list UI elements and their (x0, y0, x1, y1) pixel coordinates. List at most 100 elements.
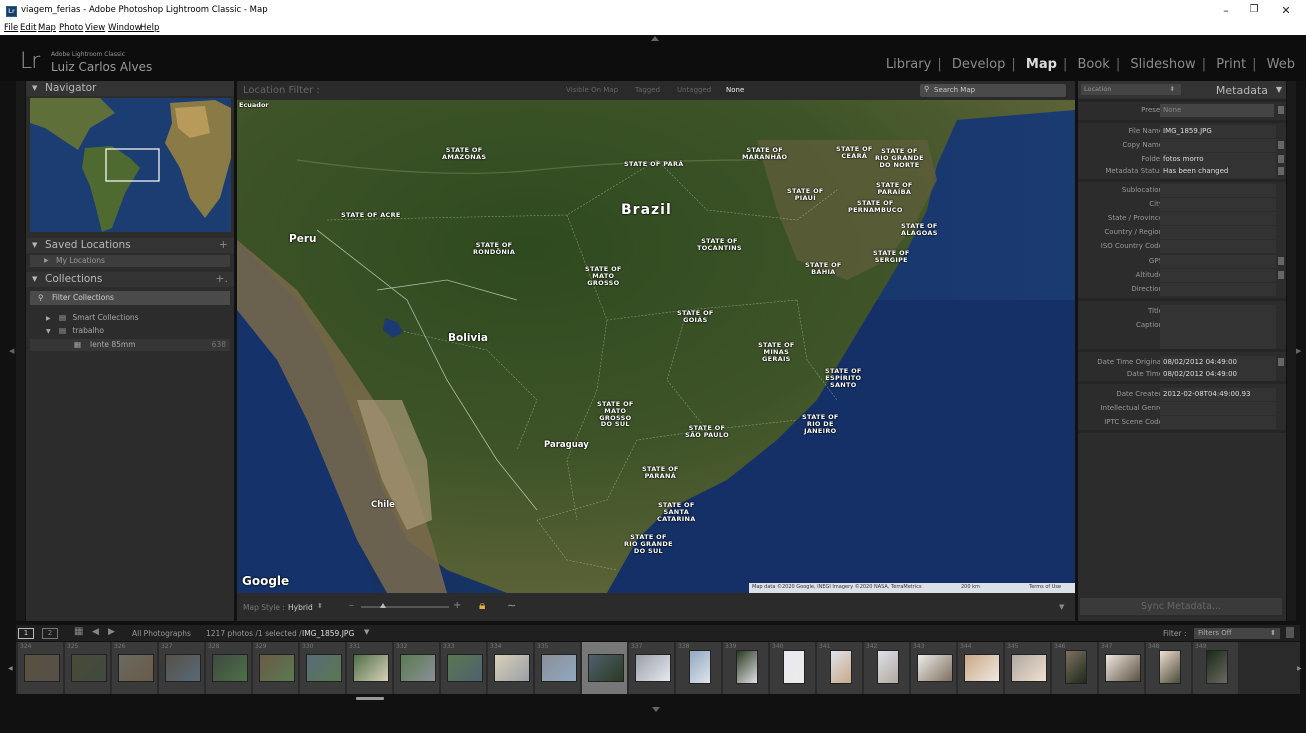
module-book[interactable]: Book (1077, 57, 1109, 72)
filter-dropdown[interactable]: Filters Off ⬍ (1194, 628, 1280, 639)
metadata-row-city[interactable]: City (1081, 198, 1281, 211)
menu-edit[interactable]: Edit (20, 23, 36, 33)
metadata-action-icon[interactable] (1278, 257, 1284, 265)
module-library[interactable]: Library (886, 57, 931, 72)
filter-untagged[interactable]: Untagged (677, 86, 711, 94)
filmstrip[interactable]: 324 325 326 327 328 329 330 331 332 333 334 335 336 3… (16, 642, 1300, 694)
zoom-in-icon[interactable]: + (453, 600, 461, 611)
zoom-slider-thumb[interactable] (380, 603, 386, 608)
filmstrip-thumbnail[interactable]: 333 (441, 642, 487, 694)
map-style-select[interactable]: Hybrid (288, 603, 313, 612)
metadata-value[interactable] (1160, 416, 1276, 429)
second-window-button[interactable]: 2 (42, 628, 58, 639)
filmstrip-thumbnail[interactable]: 335 (535, 642, 581, 694)
metadata-row-gps[interactable]: GPS (1081, 255, 1284, 268)
terms-of-use-link[interactable]: Terms of Use (1029, 584, 1061, 590)
left-panel-edge[interactable] (16, 81, 25, 621)
filmstrip-source[interactable]: All Photographs (132, 629, 191, 638)
metadata-set-dropdown[interactable]: Location ⬍ (1081, 84, 1181, 95)
module-slideshow[interactable]: Slideshow (1130, 57, 1195, 72)
filmstrip-thumbnail[interactable]: 337 (629, 642, 675, 694)
metadata-value[interactable] (1160, 269, 1276, 282)
menu-file[interactable]: File (4, 23, 18, 33)
metadata-value[interactable] (1160, 226, 1276, 239)
module-web[interactable]: Web (1267, 57, 1295, 72)
filmstrip-thumbnail[interactable]: 342 (864, 642, 910, 694)
filter-visible-on-map[interactable]: Visible On Map (566, 86, 618, 94)
metadata-value[interactable] (1160, 212, 1276, 225)
metadata-row-metadata-status[interactable]: Metadata Status Has been changed (1081, 165, 1284, 178)
metadata-row-sublocation[interactable]: Sublocation (1081, 184, 1281, 197)
metadata-row-country-region[interactable]: Country / Region (1081, 226, 1281, 239)
metadata-row-iso-country-code[interactable]: ISO Country Code (1081, 240, 1281, 253)
lock-markers-icon[interactable]: 🔒︎ (479, 598, 485, 613)
metadata-action-icon[interactable] (1278, 358, 1284, 366)
add-location-icon[interactable]: + (219, 238, 228, 251)
collections-header[interactable]: ▼ Collections +. (26, 272, 234, 287)
metadata-row-intellectual-genre[interactable]: Intellectual Genre (1081, 402, 1281, 415)
zoom-slider[interactable] (361, 603, 449, 608)
metadata-action-icon[interactable] (1278, 167, 1284, 175)
filmstrip-thumbnail[interactable]: 341 (817, 642, 863, 694)
metadata-row-state-province[interactable]: State / Province (1081, 212, 1281, 225)
metadata-row-title[interactable]: Title (1081, 305, 1281, 319)
filmstrip-thumbnail[interactable]: 325 (65, 642, 111, 694)
filter-none[interactable]: None (726, 86, 744, 94)
metadata-row-direction[interactable]: Direction (1081, 283, 1281, 296)
filmstrip-thumbnail[interactable]: 326 (112, 642, 158, 694)
main-window-button[interactable]: 1 (18, 628, 34, 639)
menu-window[interactable]: Window (108, 23, 142, 33)
module-map[interactable]: Map (1026, 57, 1057, 72)
preset-select[interactable]: None (1160, 104, 1274, 117)
filmstrip-thumbnail[interactable]: 343 (911, 642, 957, 694)
close-button[interactable]: ✕ (1272, 4, 1300, 18)
toolbar-menu-icon[interactable]: ▼ (1059, 603, 1064, 611)
minimize-button[interactable]: – (1212, 4, 1240, 18)
metadata-value[interactable] (1160, 283, 1276, 296)
metadata-value[interactable] (1160, 139, 1276, 152)
metadata-value[interactable] (1160, 198, 1276, 211)
filter-collections-input[interactable]: ⚲ Filter Collections (30, 291, 230, 305)
navigator-header[interactable]: ▼ Navigator (26, 81, 234, 96)
filmstrip-thumbnail[interactable]: 344 (958, 642, 1004, 694)
metadata-row-date-time[interactable]: Date Time 08/02/2012 04:49:00 (1081, 368, 1281, 381)
navigator-map[interactable] (30, 98, 231, 232)
metadata-value[interactable] (1160, 305, 1276, 319)
metadata-value[interactable] (1160, 240, 1276, 253)
filmstrip-thumbnail[interactable]: 336 (582, 642, 628, 694)
tracklog-icon[interactable]: ∼ (507, 599, 516, 612)
metadata-value[interactable] (1160, 402, 1276, 415)
right-panel-toggle-icon[interactable]: ▶ (1296, 347, 1301, 355)
metadata-action-icon[interactable] (1278, 155, 1284, 163)
filmstrip-thumbnail[interactable]: 327 (159, 642, 205, 694)
metadata-value[interactable]: 08/02/2012 04:49:00 (1160, 368, 1276, 381)
right-panel-edge[interactable] (1287, 81, 1296, 621)
smart-collections-set[interactable]: ▶ ▤ Smart Collections (46, 313, 139, 322)
metadata-value[interactable]: Has been changed (1160, 165, 1276, 178)
metadata-row-copy-name[interactable]: Copy Name (1081, 139, 1284, 152)
filmstrip-thumbnail[interactable]: 330 (300, 642, 346, 694)
saved-locations-header[interactable]: ▼ Saved Locations + (26, 238, 234, 253)
left-panel-toggle-icon[interactable]: ◀ (9, 347, 14, 355)
filmstrip-thumbnail[interactable]: 349 (1193, 642, 1239, 694)
filmstrip-thumbnail[interactable]: 338 (676, 642, 722, 694)
metadata-row-date-created[interactable]: Date Created 2012-02-08T04:49:00.93 (1081, 388, 1281, 401)
back-arrow-icon[interactable]: ◀ (92, 627, 99, 637)
filmstrip-thumbnail[interactable]: 346 (1052, 642, 1098, 694)
filmstrip-thumbnail[interactable]: 331 (347, 642, 393, 694)
metadata-row-file-name[interactable]: File Name IMG_1859.JPG (1081, 125, 1281, 138)
map-view[interactable]: Ecuador Brazil Peru Bolivia Paraguay Chi… (237, 100, 1075, 593)
filter-lock-icon[interactable] (1286, 627, 1294, 638)
metadata-row-altitude[interactable]: Altitude (1081, 269, 1284, 282)
preset-row[interactable]: Preset None (1081, 104, 1284, 117)
metadata-action-icon[interactable] (1278, 271, 1284, 279)
metadata-header[interactable]: Location ⬍ Metadata ▼ (1078, 81, 1286, 98)
menu-view[interactable]: View (85, 23, 105, 33)
menu-map[interactable]: Map (38, 23, 56, 33)
filmstrip-thumbnail[interactable]: 339 (723, 642, 769, 694)
module-develop[interactable]: Develop (952, 57, 1006, 72)
grid-view-icon[interactable]: ▦ (74, 626, 83, 637)
selected-file-name[interactable]: IMG_1859.JPG (302, 629, 354, 638)
collapse-top-panel-icon[interactable] (651, 36, 659, 41)
filter-tagged[interactable]: Tagged (635, 86, 660, 94)
